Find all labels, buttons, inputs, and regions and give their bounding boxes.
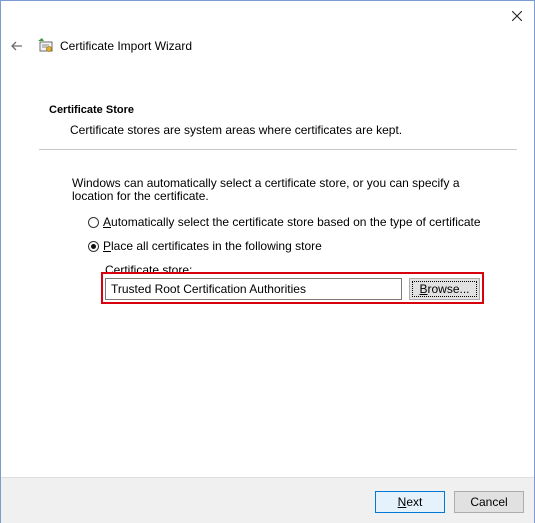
header-divider — [39, 149, 517, 150]
auto-select-option[interactable]: Automatically select the certificate sto… — [88, 215, 481, 229]
browse-button[interactable]: Browse... — [409, 278, 480, 300]
cancel-button[interactable]: Cancel — [454, 491, 524, 513]
certificate-store-field[interactable]: Trusted Root Certification Authorities — [105, 278, 402, 300]
next-button[interactable]: Next — [375, 491, 445, 513]
wizard-window: Certificate Import Wizard Certificate St… — [0, 0, 535, 523]
back-arrow-icon — [11, 41, 22, 51]
window-title: Certificate Import Wizard — [60, 39, 193, 53]
intro-text: Windows can automatically select a certi… — [72, 176, 460, 203]
close-button[interactable] — [508, 7, 526, 25]
section-title: Certificate Store — [49, 104, 134, 116]
auto-select-label[interactable]: Automatically select the certificate sto… — [103, 215, 481, 229]
back-button[interactable] — [9, 38, 25, 54]
place-in-store-label[interactable]: Place all certificates in the following … — [103, 239, 322, 253]
close-icon — [512, 11, 522, 21]
place-in-store-radio[interactable] — [88, 240, 99, 252]
certificate-icon — [38, 38, 53, 52]
place-in-store-option[interactable]: Place all certificates in the following … — [88, 239, 322, 253]
auto-select-radio[interactable] — [88, 216, 99, 228]
section-description: Certificate stores are system areas wher… — [70, 123, 403, 137]
